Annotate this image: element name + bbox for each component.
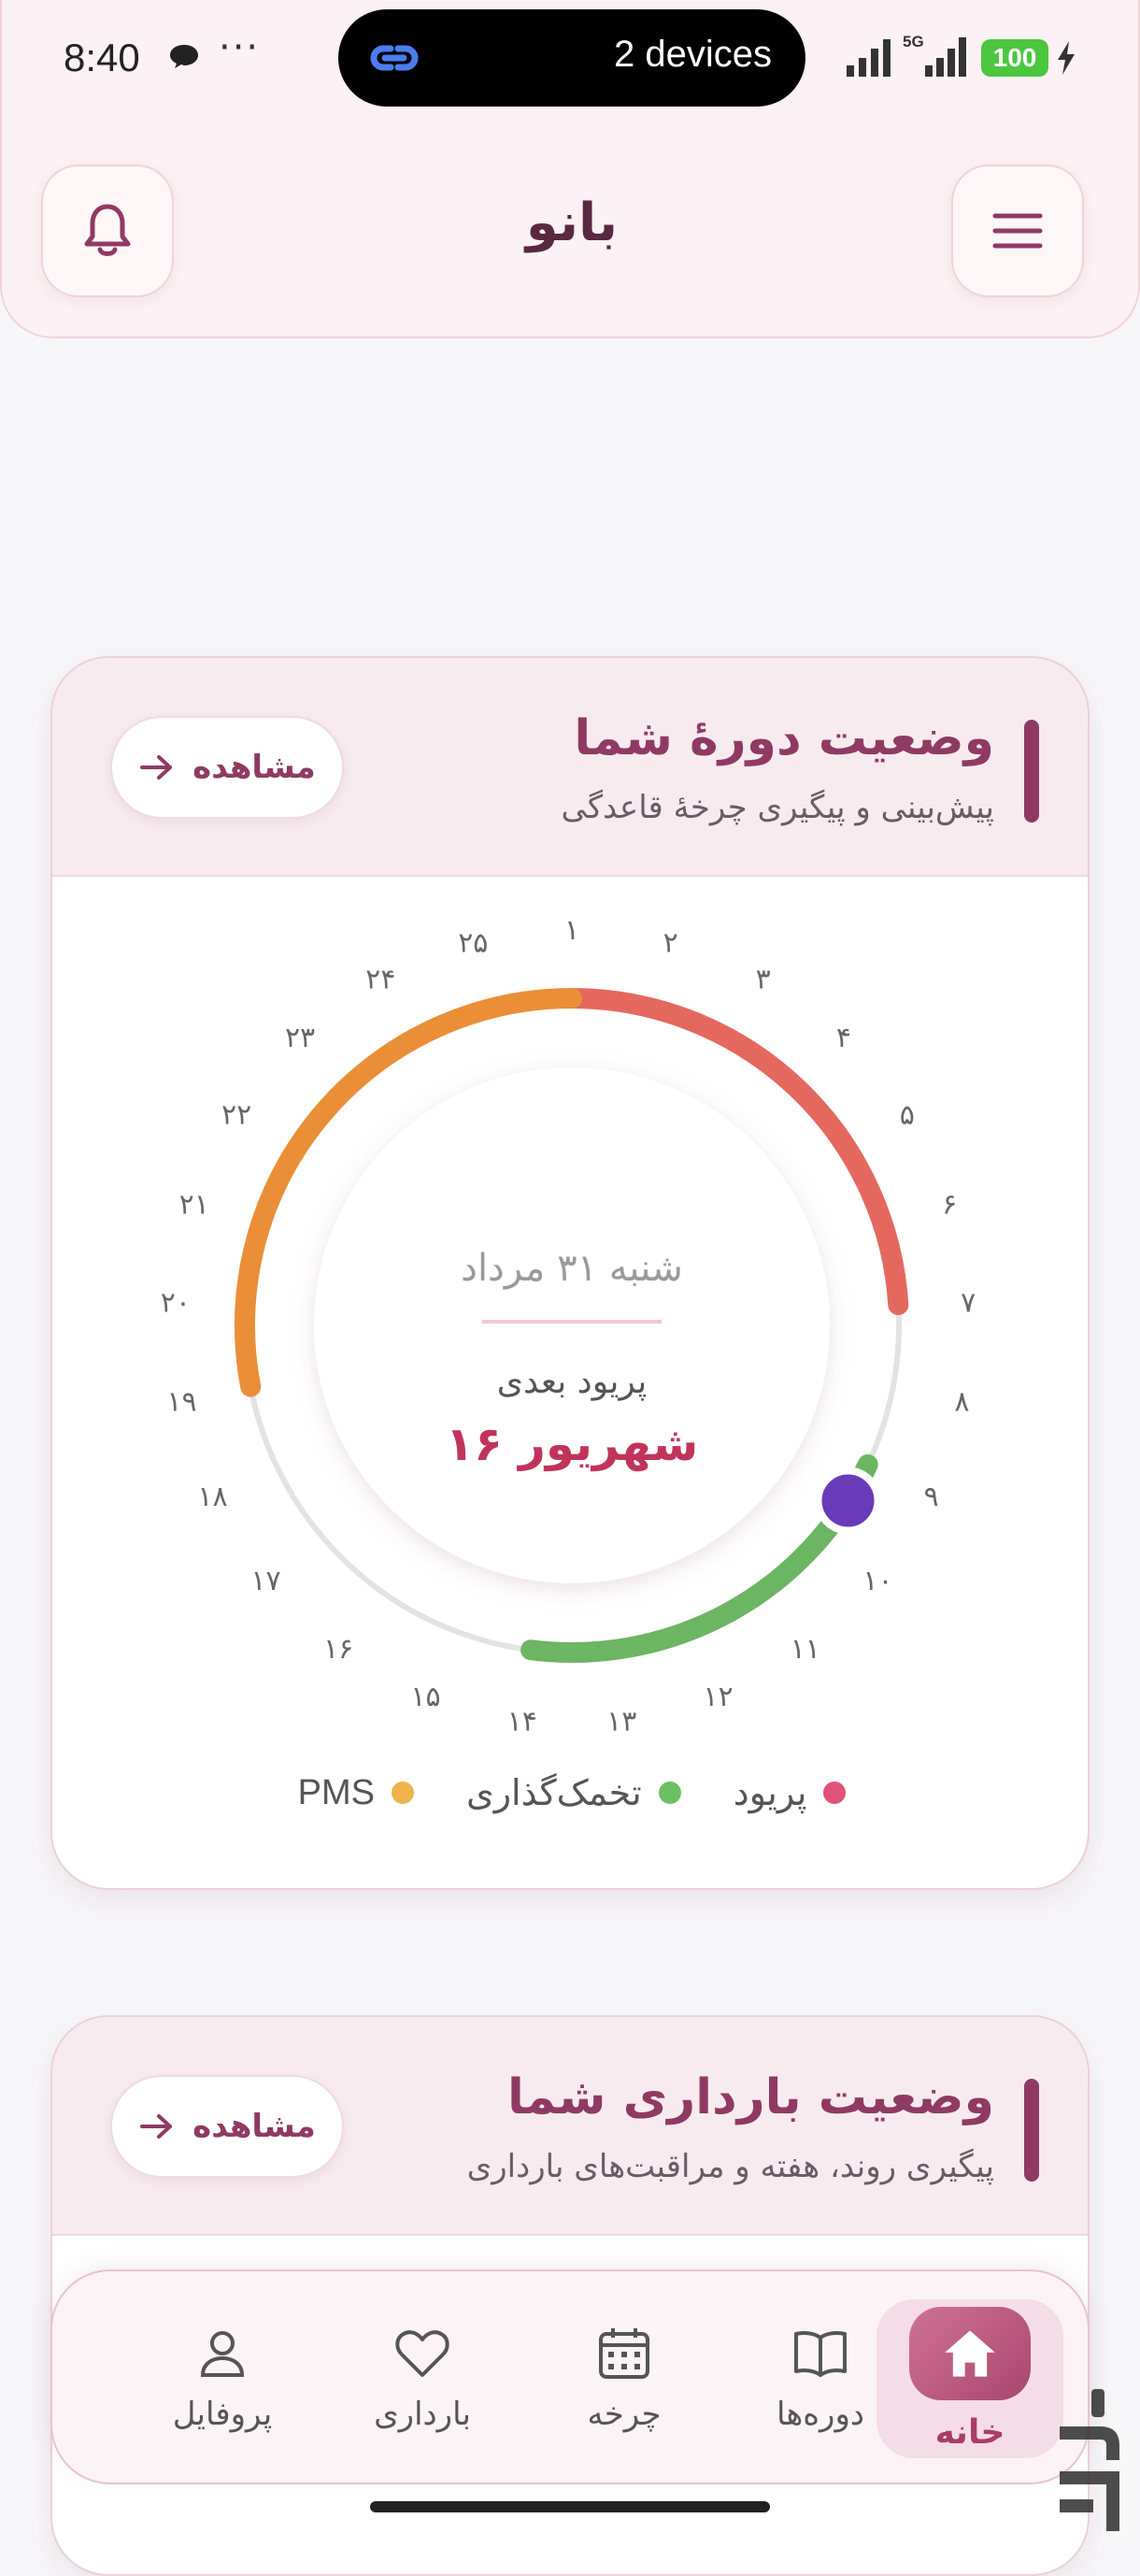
watermark-logo-icon — [1060, 2389, 1119, 2531]
nav-home-label: خانه — [934, 2412, 1005, 2452]
legend-ovulation: تخمک‌گذاری — [466, 1772, 681, 1813]
calendar-icon — [599, 2328, 649, 2379]
day-label: ۲۵ — [458, 926, 488, 959]
user-icon — [200, 2331, 245, 2377]
pregnancy-view-button[interactable]: مشاهده — [110, 2075, 344, 2178]
legend-pms: PMS — [298, 1773, 414, 1813]
day-label: ۹ — [923, 1481, 938, 1513]
day-label: ۴ — [836, 1022, 851, 1054]
svg-text:5G: 5G — [903, 33, 924, 50]
cycle-view-button[interactable]: مشاهده — [110, 716, 344, 819]
day-label: ۲۰ — [161, 1286, 191, 1319]
pregnancy-card-title: وضعیت بارداری شما — [506, 2069, 994, 2125]
menu-button[interactable] — [951, 165, 1084, 297]
day-label: ۲ — [663, 926, 678, 959]
status-time: 8:40 — [64, 36, 140, 79]
menu-icon — [992, 213, 1043, 249]
pregnancy-card-header: وضعیت بارداری شما پیگیری روند، هفته و مر… — [52, 2017, 1088, 2236]
cycle-wheel[interactable]: ۱ ۲۳۴۵۶۷۸۹۱۰۱۱۱۲۱۳۱۴۱۵۱۶۱۷۱۸۱۹۲۰۲۱۲۲۲۳۲۴۲… — [52, 877, 1090, 1890]
day-label: ۱۱ — [791, 1633, 820, 1666]
nav-profile[interactable]: پروفایل — [129, 2299, 316, 2458]
cycle-view-label: مشاهده — [192, 749, 316, 786]
legend-pms-dot — [391, 1782, 414, 1804]
legend-period-label: پریود — [733, 1772, 807, 1813]
day-label: ۱ — [564, 914, 579, 947]
nav-periods-label: دوره‌ها — [776, 2396, 865, 2433]
pregnancy-view-label: مشاهده — [192, 2108, 316, 2145]
nav-cycle-label: چرخه — [587, 2396, 662, 2433]
legend-ovulation-dot — [658, 1782, 681, 1804]
cycle-legend: پریود تخمک‌گذاری PMS — [52, 1772, 1088, 1813]
day-label: ۱۰ — [862, 1565, 892, 1597]
arrow-right-icon — [140, 755, 173, 780]
status-overflow: ··· — [219, 26, 261, 69]
legend-ovulation-label: تخمک‌گذاری — [465, 1772, 642, 1813]
day-label: ۲۱ — [179, 1189, 209, 1222]
day-label: ۵ — [900, 1098, 915, 1131]
legend-period-dot — [823, 1782, 847, 1804]
cycle-card-subtitle: پیش‌بینی و پیگیری چرخهٔ قاعدگی — [561, 789, 994, 826]
day-label: ۲۴ — [365, 964, 395, 996]
day-label: ۱۸ — [197, 1481, 227, 1513]
day-label: ۱۹ — [166, 1386, 196, 1419]
nav-cycle[interactable]: چرخه — [531, 2299, 718, 2458]
nav-periods[interactable]: دوره‌ها — [727, 2299, 914, 2458]
next-period-label: پریود بعدی — [497, 1363, 647, 1401]
island-devices-text: 2 devices — [614, 34, 772, 75]
day-label: ۷ — [961, 1286, 976, 1319]
day-label: ۱۶ — [323, 1633, 353, 1666]
day-label: ۱۷ — [250, 1565, 280, 1597]
today-date: شنبه ۳۱ مرداد — [461, 1247, 683, 1290]
day-label: ۶ — [942, 1189, 957, 1222]
nav-pregnancy-label: بارداری — [374, 2396, 471, 2433]
signal-icon — [847, 39, 891, 77]
bottom-navigation: خانه دوره‌ها چرخه بارداری — [50, 2269, 1090, 2484]
nav-pregnancy[interactable]: بارداری — [329, 2299, 516, 2458]
charging-icon — [1058, 41, 1075, 75]
card-accent-bar — [1024, 720, 1039, 823]
card-accent-bar — [1024, 2079, 1039, 2182]
cycle-card-title: وضعیت دورهٔ شما — [574, 710, 994, 766]
day-label: ۱۵ — [410, 1681, 440, 1713]
home-icon — [945, 2329, 995, 2377]
cycle-status-card: وضعیت دورهٔ شما پیش‌بینی و پیگیری چرخهٔ … — [50, 656, 1090, 1890]
legend-period: پریود — [734, 1772, 847, 1813]
book-icon — [794, 2331, 847, 2377]
heart-icon — [395, 2330, 449, 2377]
home-indicator[interactable] — [370, 2501, 770, 2512]
day-label: ۱۳ — [606, 1706, 636, 1739]
day-label: ۱۲ — [703, 1681, 733, 1713]
day-label: ۱۴ — [507, 1706, 537, 1739]
legend-pms-label: PMS — [297, 1772, 375, 1812]
app-header: 8:40 ··· 2 devices 5G 100 بانو — [0, 0, 1140, 338]
next-period-date: ۱۶ شهریور — [446, 1417, 699, 1472]
nav-profile-label: پروفایل — [172, 2396, 273, 2433]
day-label: ۲۳ — [285, 1022, 315, 1054]
home-badge — [909, 2306, 1031, 2400]
cycle-center-disc — [314, 1067, 830, 1583]
pregnancy-card-subtitle: پیگیری روند، هفته و مراقبت‌های بارداری — [466, 2148, 994, 2185]
current-day-marker[interactable] — [814, 1467, 882, 1535]
day-label: ۲۲ — [221, 1098, 251, 1131]
signal-5g-icon: 5G — [903, 33, 966, 77]
arrow-right-icon — [140, 2114, 173, 2139]
cycle-card-header: وضعیت دورهٔ شما پیش‌بینی و پیگیری چرخهٔ … — [52, 658, 1088, 877]
battery-indicator: 100 — [981, 39, 1048, 77]
message-icon — [170, 45, 198, 68]
dynamic-island[interactable]: 2 devices — [338, 9, 805, 107]
day-label: ۸ — [954, 1386, 969, 1419]
day-label: ۳ — [756, 964, 771, 996]
link-icon — [370, 45, 419, 71]
